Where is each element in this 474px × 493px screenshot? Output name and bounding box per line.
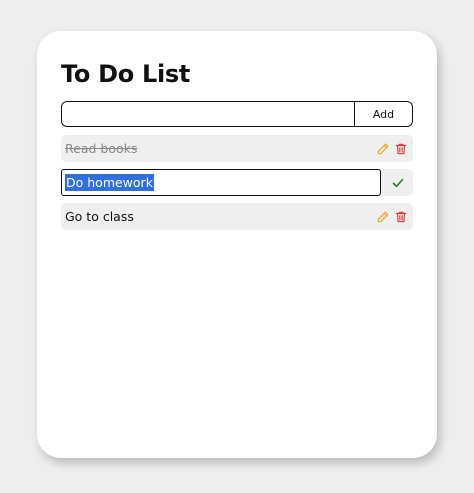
selected-text: Do homework	[65, 174, 154, 191]
trash-icon[interactable]	[394, 210, 408, 224]
trash-icon[interactable]	[394, 142, 408, 156]
page-title: To Do List	[61, 60, 191, 88]
todo-item-editing: Do homework	[61, 169, 413, 196]
edit-todo-input[interactable]: Do homework	[61, 169, 381, 196]
todo-actions	[376, 210, 408, 224]
todo-card: To Do List Add Read books Do homework Go…	[37, 31, 437, 458]
check-icon[interactable]	[389, 174, 407, 192]
new-todo-input[interactable]	[61, 101, 354, 127]
todo-item: Read books	[61, 135, 413, 162]
pencil-icon[interactable]	[376, 142, 390, 156]
add-button[interactable]: Add	[354, 101, 413, 127]
todo-text[interactable]: Read books	[65, 141, 376, 156]
todo-item: Go to class	[61, 203, 413, 230]
todo-text[interactable]: Go to class	[65, 209, 376, 224]
todo-list: Read books Do homework Go to class	[61, 135, 413, 230]
todo-actions	[376, 142, 408, 156]
add-todo-form: Add	[61, 101, 413, 127]
pencil-icon[interactable]	[376, 210, 390, 224]
